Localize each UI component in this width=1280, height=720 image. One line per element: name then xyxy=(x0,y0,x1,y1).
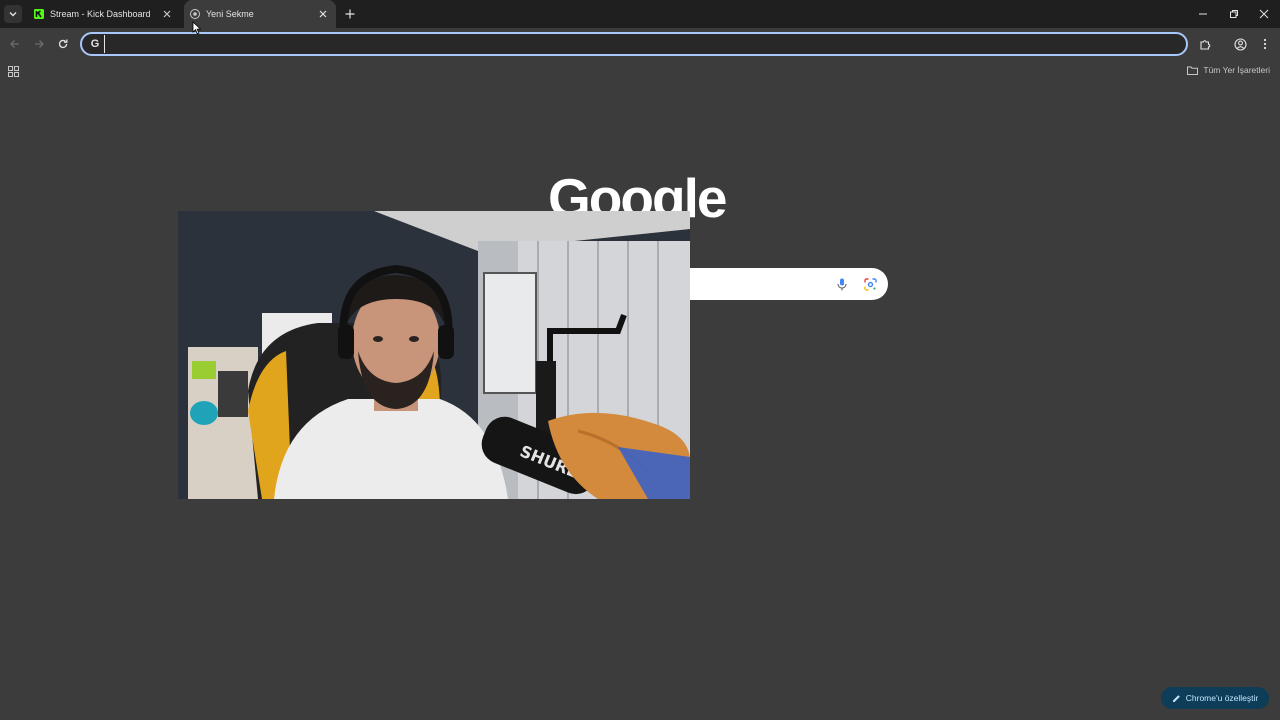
plus-icon xyxy=(345,9,355,19)
close-window-button[interactable] xyxy=(1256,6,1272,22)
apps-button[interactable] xyxy=(8,64,20,77)
close-tab-icon[interactable] xyxy=(316,7,330,21)
customize-chrome-label: Chrome'u özelleştir xyxy=(1185,693,1259,703)
more-vert-icon xyxy=(1263,38,1267,50)
webcam-overlay: SHURE xyxy=(178,211,690,499)
reload-button[interactable] xyxy=(55,36,71,52)
new-tab-button[interactable] xyxy=(342,6,358,22)
profile-button[interactable] xyxy=(1232,36,1248,52)
extensions-button[interactable] xyxy=(1197,36,1213,52)
restore-icon xyxy=(1230,10,1238,18)
folder-icon xyxy=(1187,66,1199,75)
pencil-icon xyxy=(1172,694,1181,703)
profile-icon xyxy=(1233,37,1247,51)
chevron-down-icon xyxy=(9,12,17,17)
close-tab-icon[interactable] xyxy=(160,7,174,21)
tab-title: Stream - Kick Dashboard xyxy=(50,9,151,19)
omnibox-input[interactable] xyxy=(104,35,1174,53)
bookmarks-bar: Tüm Yer İşaretleri xyxy=(0,60,1280,80)
chrome-icon xyxy=(190,9,200,19)
restore-button[interactable] xyxy=(1226,6,1242,22)
arrow-left-icon xyxy=(10,40,19,48)
forward-button[interactable] xyxy=(31,36,47,52)
google-lens-icon[interactable] xyxy=(862,276,878,292)
google-g-icon: G xyxy=(90,38,100,50)
puzzle-piece-icon xyxy=(1199,39,1210,50)
reload-icon xyxy=(58,39,68,49)
minimize-icon xyxy=(1199,13,1207,15)
all-bookmarks-button[interactable]: Tüm Yer İşaretleri xyxy=(1187,63,1270,77)
address-bar[interactable]: G xyxy=(80,32,1188,56)
all-bookmarks-label: Tüm Yer İşaretleri xyxy=(1203,65,1270,75)
close-icon xyxy=(1259,9,1269,19)
minimize-button[interactable] xyxy=(1195,6,1211,22)
voice-search-icon[interactable] xyxy=(834,276,850,292)
arrow-cursor-icon xyxy=(192,21,202,35)
back-button[interactable] xyxy=(7,36,23,52)
kick-logo-icon xyxy=(34,9,44,19)
tab-kick-dashboard[interactable]: Stream - Kick Dashboard xyxy=(28,0,180,28)
arrow-right-icon xyxy=(35,40,44,48)
tab-new-tab[interactable]: Yeni Sekme xyxy=(184,0,336,28)
customize-chrome-button[interactable]: Chrome'u özelleştir xyxy=(1161,687,1269,709)
apps-grid-icon xyxy=(8,66,19,77)
tab-title: Yeni Sekme xyxy=(206,9,254,19)
webcam-video-frame: SHURE xyxy=(178,211,690,499)
mouse-cursor xyxy=(192,21,202,35)
menu-button[interactable] xyxy=(1257,36,1273,52)
tab-search-button[interactable] xyxy=(4,5,22,23)
